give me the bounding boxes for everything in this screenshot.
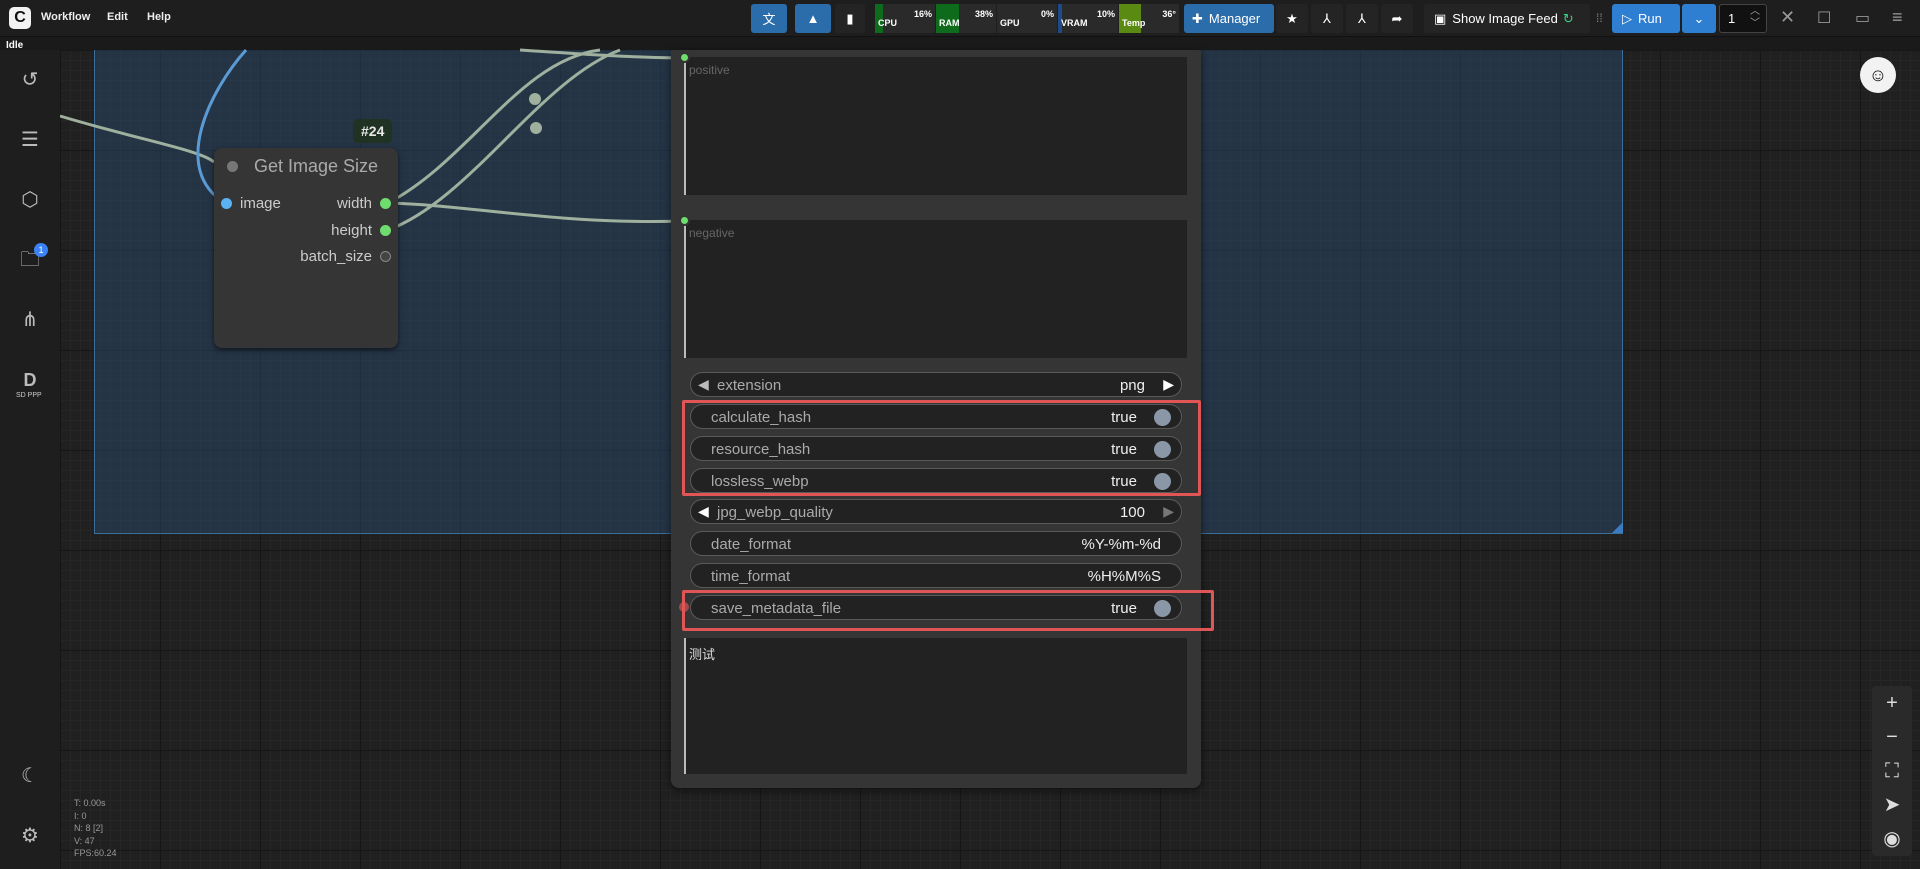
- settings-gear-icon[interactable]: ⚙: [18, 824, 42, 848]
- plus-icon: +: [1886, 692, 1898, 714]
- height-output-label: height: [331, 222, 372, 239]
- image-input-slot[interactable]: [221, 198, 232, 209]
- image-input-label: image: [240, 195, 281, 212]
- get-image-size-node[interactable]: Get Image Size image width height batch_…: [214, 148, 398, 348]
- widget-value: 100: [1119, 504, 1145, 521]
- batch-size-output-label: batch_size: [300, 248, 372, 265]
- node-collapse-dot[interactable]: [227, 161, 238, 172]
- fit-view-button[interactable]: ⛶: [1872, 754, 1912, 788]
- select-mode-button[interactable]: ➤: [1872, 788, 1912, 822]
- stat-i: I: 0: [74, 810, 87, 821]
- sdppp-label: SD PPP: [16, 392, 42, 399]
- fit-icon: ⛶: [1885, 760, 1899, 782]
- arrow-right-icon[interactable]: ▶: [1163, 503, 1174, 520]
- notes-text: 测试: [689, 647, 716, 662]
- stat-v: V: 47: [74, 835, 95, 846]
- highlight-box: [682, 590, 1214, 631]
- widget-label: jpg_webp_quality: [717, 504, 833, 521]
- minus-icon: −: [1886, 726, 1898, 748]
- node-library-icon[interactable]: ⋔: [18, 308, 42, 332]
- queue-list-icon[interactable]: ☰: [18, 128, 42, 152]
- highlight-box: [682, 400, 1201, 496]
- positive-placeholder: positive: [689, 63, 730, 77]
- batch-size-output-slot[interactable]: [380, 251, 391, 262]
- stat-fps: FPS:60.24: [74, 848, 117, 858]
- arrow-right-icon[interactable]: ▶: [1163, 376, 1174, 393]
- canvas-stats: T: 0.00s I: 0 N: 8 [2] V: 47 FPS:60.24: [74, 797, 117, 860]
- assistant-avatar-icon[interactable]: ☺: [1860, 57, 1896, 93]
- theme-moon-icon[interactable]: ☾: [18, 764, 42, 788]
- zoom-out-button[interactable]: −: [1872, 720, 1912, 754]
- reroute-point[interactable]: [529, 93, 541, 105]
- stat-nodes: N: 8 [2]: [74, 823, 104, 833]
- positive-textarea[interactable]: positive: [684, 57, 1187, 195]
- positive-input-slot[interactable]: [679, 52, 690, 63]
- arrow-left-icon[interactable]: ◀: [698, 503, 709, 520]
- workflows-badge: 1: [34, 243, 48, 257]
- notes-textarea[interactable]: 测试: [684, 638, 1187, 774]
- negative-textarea[interactable]: negative: [684, 220, 1187, 358]
- date-format-field[interactable]: date_format %Y-%m-%d: [690, 531, 1182, 556]
- time-format-field[interactable]: time_format %H%M%S: [690, 563, 1182, 588]
- reroute-point[interactable]: [530, 122, 542, 134]
- node-id-badge: #24: [353, 119, 393, 143]
- toggle-links-button[interactable]: ◉: [1872, 822, 1912, 856]
- history-icon[interactable]: ↺: [18, 68, 42, 92]
- height-output-slot[interactable]: [380, 225, 391, 236]
- widget-value: %H%M%S: [1087, 568, 1161, 585]
- widget-value: %Y-%m-%d: [1081, 536, 1161, 553]
- jpg-webp-quality-number[interactable]: ◀ jpg_webp_quality 100 ▶: [690, 499, 1182, 524]
- widget-label: extension: [717, 377, 782, 394]
- widget-label: time_format: [711, 568, 791, 585]
- cursor-icon: ➤: [1883, 794, 1901, 816]
- zoom-in-button[interactable]: +: [1872, 686, 1912, 720]
- width-output-label: width: [336, 195, 372, 212]
- model-library-icon[interactable]: ⬡: [18, 188, 42, 212]
- node-title: Get Image Size: [254, 156, 379, 176]
- sdppp-icon[interactable]: D: [18, 368, 42, 392]
- widget-label: date_format: [711, 536, 792, 553]
- negative-placeholder: negative: [689, 226, 735, 240]
- negative-input-slot[interactable]: [679, 215, 690, 226]
- arrow-left-icon[interactable]: ◀: [698, 376, 709, 393]
- width-output-slot[interactable]: [380, 198, 391, 209]
- extension-combo[interactable]: ◀ extension png ▶: [690, 372, 1182, 397]
- sidebar: ↺ ☰ ⬡ 🗀 ⋔ D SD PPP ☾ ⚙: [0, 50, 60, 869]
- eye-icon: ◉: [1883, 828, 1901, 850]
- stat-time: T: 0.00s: [74, 798, 106, 808]
- widget-value: png: [1119, 377, 1145, 394]
